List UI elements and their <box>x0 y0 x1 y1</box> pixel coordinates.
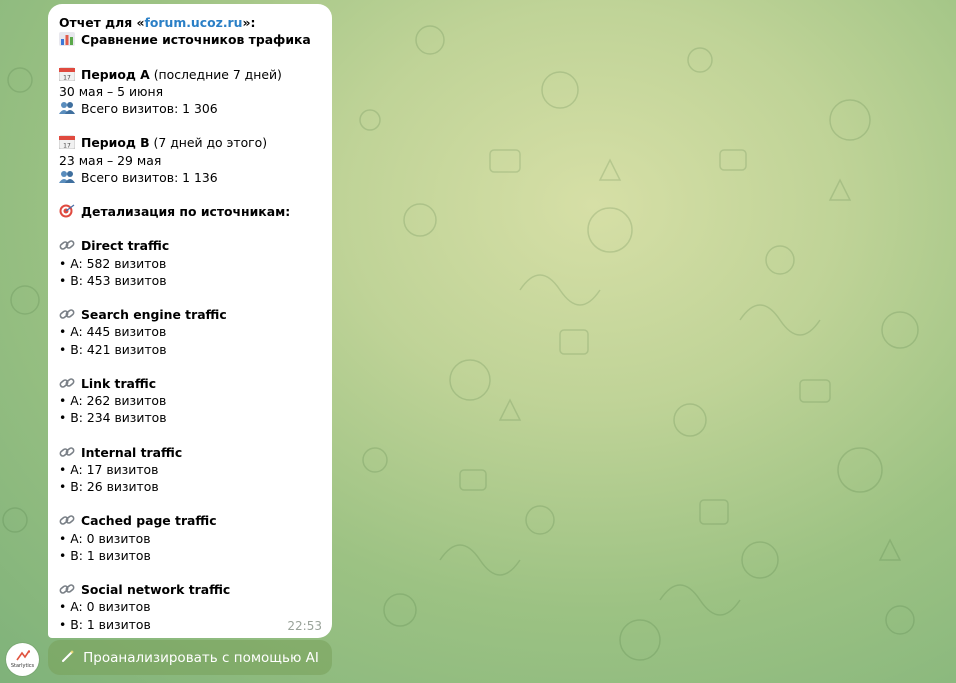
analyze-ai-button-label: Проанализировать с помощью AI <box>83 649 319 666</box>
source-name: Direct traffic <box>81 238 170 254</box>
source-name: Social network traffic <box>81 582 231 598</box>
report-title: Сравнение источников трафика <box>81 32 311 48</box>
source-row: Social network traffic <box>59 581 322 598</box>
link-icon <box>59 378 75 388</box>
source-value-b: • B: 1 визитов <box>59 616 151 632</box>
svg-text:17: 17 <box>63 74 71 81</box>
source-value-a: • A: 17 визитов <box>59 461 159 477</box>
source-value-a: • A: 0 визитов <box>59 599 151 615</box>
source-value-a: • A: 0 визитов <box>59 530 151 546</box>
period-b-total-row: Всего визитов: 1 136 <box>59 169 322 186</box>
people-icon <box>59 170 75 183</box>
message-time: 22:53 <box>287 618 322 633</box>
source-block: Link traffic • A: 262 визитов • B: 234 в… <box>59 375 322 427</box>
source-block: Direct traffic • A: 582 визитов • B: 453… <box>59 237 322 289</box>
target-icon <box>59 204 75 218</box>
source-value-b: • B: 234 визитов <box>59 410 167 426</box>
source-name: Cached page traffic <box>81 513 217 529</box>
source-row: Search engine traffic <box>59 306 322 323</box>
period-a-label: Период А <box>81 66 150 82</box>
analyze-ai-button[interactable]: Проанализировать с помощью AI <box>48 640 332 675</box>
source-value-a: • A: 262 визитов <box>59 393 167 409</box>
chart-icon <box>59 32 75 47</box>
bot-avatar[interactable]: Starlytics <box>6 643 39 676</box>
details-title: Детализация по источникам: <box>81 204 291 220</box>
bot-avatar-text: Starlytics <box>10 663 35 669</box>
svg-text:17: 17 <box>63 143 71 150</box>
link-icon <box>59 515 75 526</box>
source-row: Direct traffic <box>59 237 322 254</box>
source-value-a: • A: 582 визитов <box>59 255 167 271</box>
source-value-a: • A: 445 визитов <box>59 324 167 340</box>
period-a-dates: 30 мая – 5 июня <box>59 83 164 99</box>
starlytics-logo-icon <box>15 650 30 661</box>
source-name: Link traffic <box>81 375 157 391</box>
source-row: Link traffic <box>59 375 322 392</box>
source-value-b: • B: 453 визитов <box>59 272 167 288</box>
calendar-icon: 17 <box>59 67 75 81</box>
link-icon <box>59 584 75 594</box>
report-title-row: Сравнение источников трафика <box>59 31 322 48</box>
source-block: Cached page traffic • A: 0 визитов • B: … <box>59 512 322 564</box>
period-a-total: Всего визитов: 1 306 <box>81 100 218 116</box>
period-b-total: Всего визитов: 1 136 <box>81 169 218 185</box>
period-b-dates: 23 мая – 29 мая <box>59 152 162 168</box>
source-block: Social network traffic • A: 0 визитов • … <box>59 581 322 633</box>
source-block: Internal traffic • A: 17 визитов • B: 26… <box>59 444 322 496</box>
source-name: Internal traffic <box>81 444 183 460</box>
link-icon <box>59 309 75 319</box>
source-name: Search engine traffic <box>81 307 227 323</box>
period-b-row: 17 Период В (7 дней до этого) <box>59 134 322 151</box>
period-a-row: 17 Период А (последние 7 дней) <box>59 66 322 83</box>
wand-icon <box>61 649 75 667</box>
source-value-b: • B: 421 визитов <box>59 341 167 357</box>
people-icon <box>59 101 75 114</box>
period-b-label: Период В <box>81 135 150 151</box>
message-bubble: Отчет для «forum.ucoz.ru»: Сравнение ист… <box>48 4 332 638</box>
period-a-total-row: Всего визитов: 1 306 <box>59 100 322 117</box>
period-a-note: (последние 7 дней) <box>149 66 282 82</box>
source-value-b: • B: 26 визитов <box>59 479 159 495</box>
period-b-note: (7 дней до этого) <box>149 135 268 151</box>
details-title-row: Детализация по источникам: <box>59 203 322 220</box>
link-icon <box>59 446 75 457</box>
calendar-icon: 17 <box>59 135 75 150</box>
source-block: Search engine traffic • A: 445 визитов •… <box>59 306 322 358</box>
source-value-b: • B: 1 визитов <box>59 547 151 563</box>
link-icon <box>59 240 75 251</box>
site-link[interactable]: forum.ucoz.ru <box>144 15 242 30</box>
source-row: Cached page traffic <box>59 512 322 529</box>
report-header: Отчет для «forum.ucoz.ru»: <box>59 14 322 31</box>
header-suffix: »: <box>242 15 256 30</box>
source-row: Internal traffic <box>59 444 322 461</box>
header-prefix: Отчет для « <box>59 15 145 30</box>
